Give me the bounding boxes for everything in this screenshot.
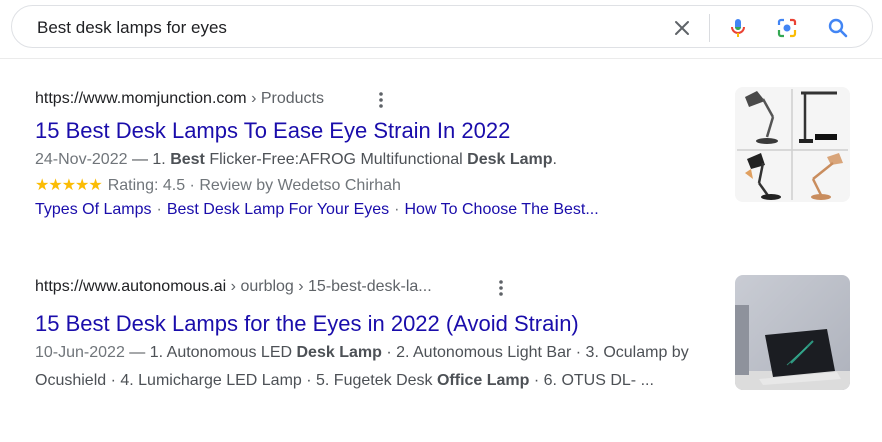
sitelink-separator: ·: [156, 201, 162, 218]
result-rating: ★★★★★ Rating: 4.5 · Review by Wedetso Chi…: [35, 174, 715, 198]
search-icon[interactable]: [826, 16, 850, 40]
result-thumbnail-lamps[interactable]: [735, 87, 850, 202]
result-snippet: 10-Jun-2022 — 1. Autonomous LED Desk Lam…: [35, 339, 715, 395]
more-vert-icon[interactable]: [373, 91, 389, 109]
mic-icon[interactable]: [726, 16, 750, 40]
search-bar-separator: [709, 14, 710, 42]
result-cite[interactable]: https://www.autonomous.ai › ourblog › 15…: [35, 277, 715, 297]
rating-stars-icon: ★★★★★: [35, 177, 103, 194]
result-path: › ourblog › 15-best-desk-la...: [226, 278, 432, 295]
search-result: https://www.momjunction.com › Products 1…: [35, 89, 715, 222]
snippet-bold: Desk Lamp: [467, 151, 553, 168]
sitelink-types-of-lamps[interactable]: Types Of Lamps: [35, 201, 152, 218]
result-sitelinks: Types Of Lamps · Best Desk Lamp For Your E…: [35, 198, 715, 222]
snippet-bold: Desk Lamp: [296, 344, 382, 361]
result-date: 24-Nov-2022: [35, 151, 128, 168]
more-vert-icon[interactable]: [493, 279, 509, 297]
camera-lens-icon[interactable]: [775, 16, 799, 40]
search-input[interactable]: Best desk lamps for eyes: [37, 18, 227, 38]
search-result: https://www.autonomous.ai › ourblog › 15…: [35, 277, 715, 395]
snippet-text: .: [552, 151, 557, 168]
snippet-text: — 1.: [127, 151, 171, 168]
result-title-link[interactable]: 15 Best Desk Lamps To Ease Eye Strain In…: [35, 117, 715, 145]
result-snippet: 24-Nov-2022 — 1. Best Flicker-Free:AFROG…: [35, 146, 715, 174]
snippet-text: — 1. Autonomous LED: [124, 344, 297, 361]
result-domain: https://www.momjunction.com: [35, 90, 247, 107]
result-title-link[interactable]: 15 Best Desk Lamps for the Eyes in 2022 …: [35, 310, 715, 338]
rating-text: Rating: 4.5 · Review by Wedetso Chirhah: [107, 177, 401, 194]
result-domain: https://www.autonomous.ai: [35, 278, 227, 295]
clear-icon[interactable]: [670, 16, 694, 40]
result-thumbnail-laptop[interactable]: [735, 275, 850, 390]
snippet-bold: Office Lamp: [436, 372, 530, 389]
sitelink-best-desk-lamp[interactable]: Best Desk Lamp For Your Eyes: [167, 201, 389, 218]
snippet-text: Flicker-Free:AFROG Multifunctional: [204, 151, 468, 168]
sitelink-separator: ·: [394, 201, 400, 218]
result-path: › Products: [246, 90, 324, 107]
snippet-bold: Best: [170, 151, 205, 168]
header-divider: [0, 58, 882, 59]
result-date: 10-Jun-2022: [35, 344, 125, 361]
sitelink-how-to-choose[interactable]: How To Choose The Best...: [404, 201, 598, 218]
search-bar: Best desk lamps for eyes: [11, 5, 873, 48]
snippet-text: · 6. OTUS DL- ...: [529, 372, 654, 389]
